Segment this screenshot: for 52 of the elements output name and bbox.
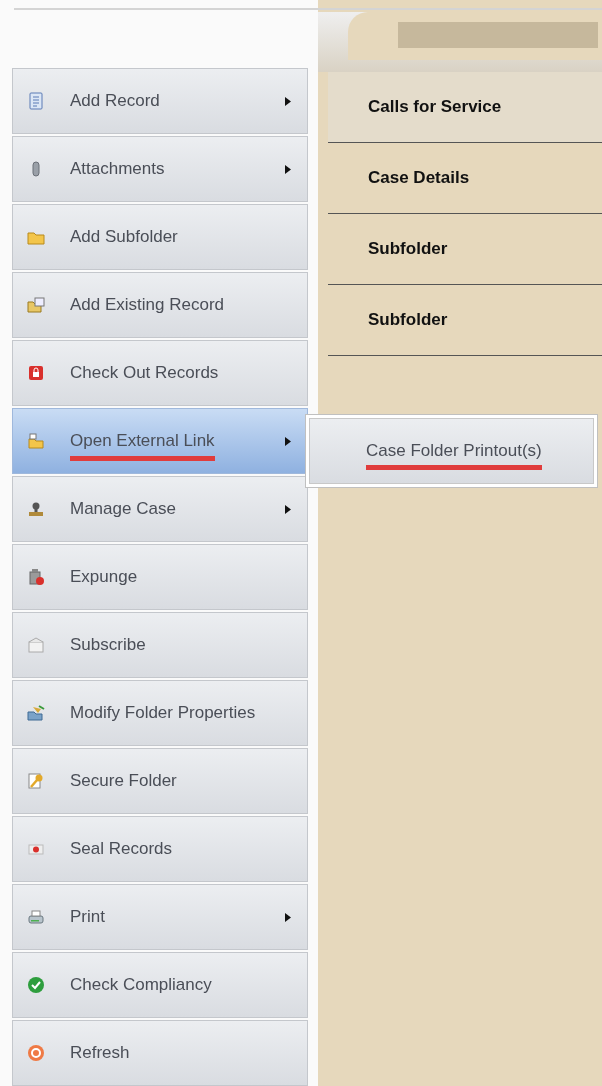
menu-item-label: Attachments (70, 158, 165, 181)
menu-item[interactable]: Add Existing Record (12, 272, 308, 338)
menu-item[interactable]: Refresh (12, 1020, 308, 1086)
submenu-item[interactable]: Case Folder Printout(s) (309, 418, 594, 484)
document-icon (27, 92, 45, 110)
printer-icon (27, 908, 45, 926)
folder-section[interactable]: Calls for Service (328, 72, 602, 143)
stamp-icon (27, 500, 45, 518)
menu-item-label: Print (70, 906, 105, 929)
lock-icon (27, 364, 45, 382)
menu-item-label: Add Subfolder (70, 226, 178, 249)
folder-section[interactable]: Subfolder (328, 285, 602, 356)
menu-item-label: Expunge (70, 566, 138, 589)
key-icon (27, 772, 45, 790)
menu-item-label: Modify Folder Properties (70, 702, 256, 725)
folder-section-label: Subfolder (368, 238, 448, 261)
menu-item-label: Secure Folder (70, 770, 177, 793)
folder-section-label: Subfolder (368, 309, 448, 332)
menu-item[interactable]: Check Compliancy (12, 952, 308, 1018)
menu-item[interactable]: Seal Records (12, 816, 308, 882)
menu-item-label: Open External Link (70, 428, 215, 461)
menu-item[interactable]: Open External Link (12, 408, 308, 474)
menu-item-label: Refresh (70, 1042, 130, 1065)
menu-item-label: Check Out Records (70, 362, 219, 385)
submenu-item-label: Case Folder Printout(s) (366, 437, 542, 471)
menu-item-label: Manage Case (70, 498, 176, 521)
menu-item-label: Seal Records (70, 838, 173, 861)
folder-section[interactable]: Case Details (328, 143, 602, 214)
trash-icon (27, 568, 45, 586)
check-circle-icon (27, 976, 45, 994)
envelope-icon (27, 636, 45, 654)
menu-item-label: Check Compliancy (70, 974, 212, 997)
menu-item[interactable]: Add Record (12, 68, 308, 134)
refresh-icon (27, 1044, 45, 1062)
menu-item[interactable]: Print (12, 884, 308, 950)
menu-item[interactable]: Secure Folder (12, 748, 308, 814)
menu-item[interactable]: Check Out Records (12, 340, 308, 406)
folder-section[interactable]: Subfolder (328, 214, 602, 285)
menu-item[interactable]: Add Subfolder (12, 204, 308, 270)
menu-item-label: Subscribe (70, 634, 146, 657)
menu-item[interactable]: Attachments (12, 136, 308, 202)
folder-link-icon (27, 432, 45, 450)
menu-item[interactable]: Manage Case (12, 476, 308, 542)
folders-icon (27, 296, 45, 314)
folder-section-label: Case Details (368, 167, 470, 190)
menu-item-label: Add Existing Record (70, 294, 225, 317)
menu-item-label: Add Record (70, 90, 160, 113)
menu-item[interactable]: Expunge (12, 544, 308, 610)
menu-item[interactable]: Modify Folder Properties (12, 680, 308, 746)
menu-item[interactable]: Subscribe (12, 612, 308, 678)
folder-edit-icon (27, 704, 45, 722)
folder-section-label: Calls for Service (368, 96, 502, 119)
